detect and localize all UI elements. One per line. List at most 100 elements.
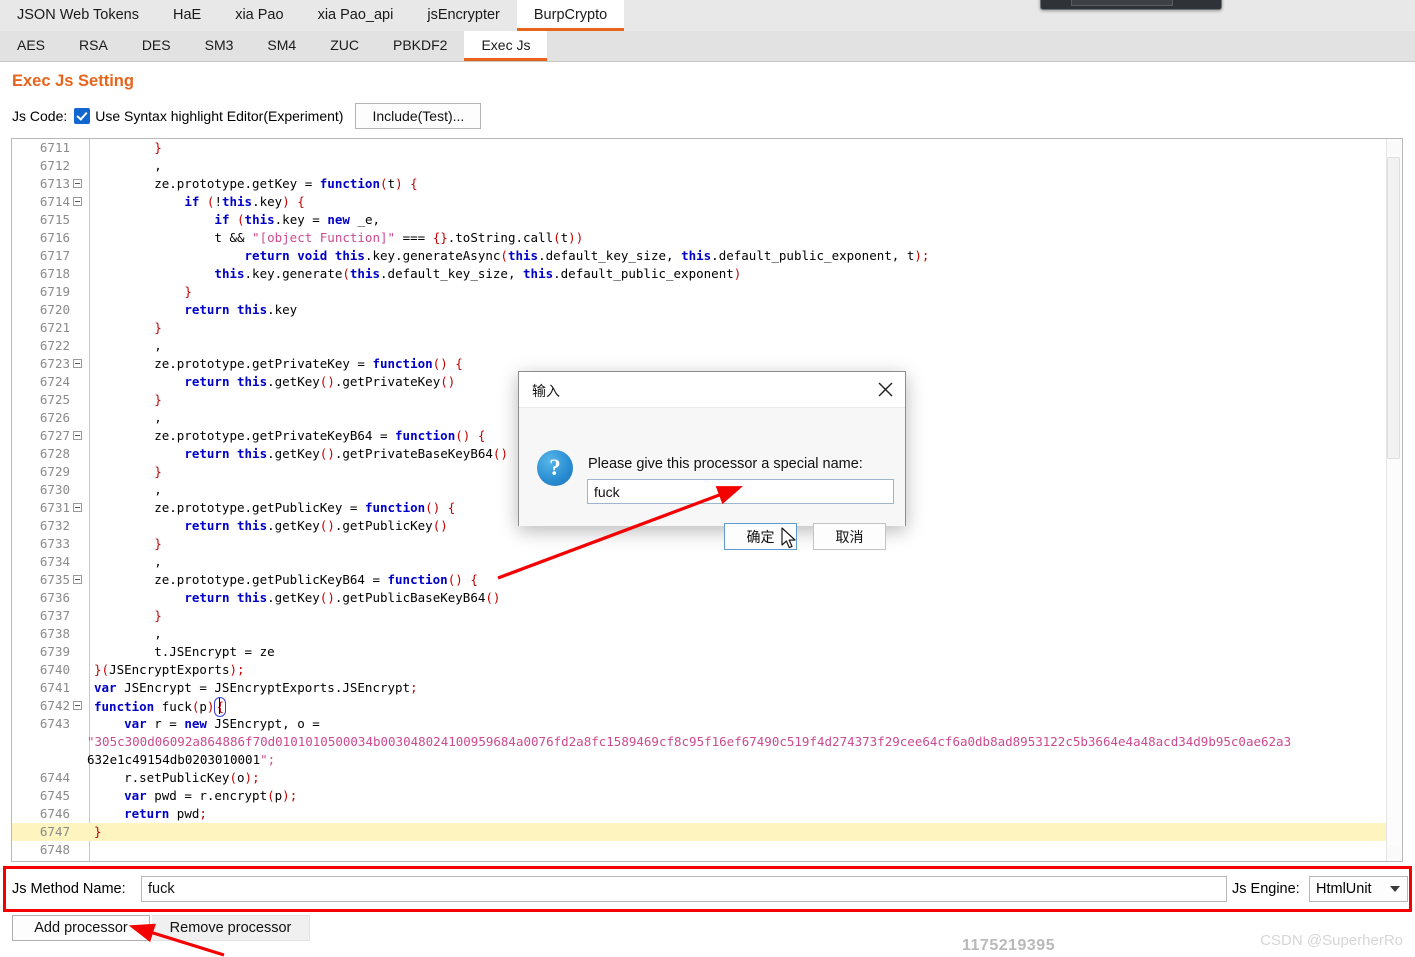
line-number: 6719: [39, 284, 70, 299]
code-line[interactable]: 6745 var pwd = r.encrypt(p);: [12, 787, 1402, 805]
code-text: ,: [94, 338, 162, 353]
code-text: ze.prototype.getPublicKey = function() {: [94, 500, 456, 515]
code-text: return void this.key.generateAsync(this.…: [244, 248, 930, 263]
code-line[interactable]: 6742 function fuck(p){: [12, 697, 1402, 717]
plugin-tab-xia-pao[interactable]: xia Pao: [218, 0, 300, 31]
crypto-tab-des[interactable]: DES: [125, 31, 188, 61]
js-method-name-input[interactable]: [141, 876, 1227, 902]
fold-toggle-icon[interactable]: [73, 179, 82, 188]
line-number: 6722: [39, 338, 70, 353]
line-number: 6721: [39, 320, 70, 335]
code-line[interactable]: 6718 this.key.generate(this.default_key_…: [12, 265, 1402, 283]
fold-toggle-icon[interactable]: [73, 431, 82, 440]
js-engine-value: HtmlUnit: [1316, 881, 1372, 897]
code-line[interactable]: 6715 if (this.key = new _e,: [12, 211, 1402, 229]
code-text: }: [154, 536, 162, 551]
watermark-credit: CSDN @SuperherRo: [1260, 932, 1403, 949]
code-line[interactable]: 6739 t.JSEncrypt = ze: [12, 643, 1402, 661]
line-number: 6711: [39, 140, 70, 155]
code-line[interactable]: 6746 return pwd;: [12, 805, 1402, 823]
crypto-sub-tab-bar[interactable]: AES RSA DES SM3 SM4 ZUC PBKDF2 Exec Js: [0, 31, 1415, 62]
code-line[interactable]: 6740 }(JSEncryptExports);: [12, 661, 1402, 679]
line-number: 6740: [39, 662, 70, 677]
dialog-title-bar: 输入: [519, 372, 905, 408]
line-number: 6735: [39, 572, 70, 587]
remove-processor-button[interactable]: Remove processor: [152, 915, 310, 941]
code-text: }(JSEncryptExports);: [94, 662, 245, 677]
editor-scrollbar-track[interactable]: [1386, 139, 1402, 861]
code-line[interactable]: 6717 return void this.key.generateAsync(…: [12, 247, 1402, 265]
code-text: this.key.generate(this.default_key_size,…: [214, 266, 742, 281]
js-method-name-label: Js Method Name:: [12, 881, 126, 897]
code-line[interactable]: 6721 }: [12, 319, 1402, 337]
fold-toggle-icon[interactable]: [73, 575, 82, 584]
code-line[interactable]: 6713 ze.prototype.getKey = function(t) {: [12, 175, 1402, 193]
code-line[interactable]: 6737 }: [12, 607, 1402, 625]
line-number: 6727: [39, 428, 70, 443]
crypto-tab-sm4[interactable]: SM4: [250, 31, 313, 61]
editor-scrollbar-thumb[interactable]: [1387, 157, 1400, 459]
fold-toggle-icon[interactable]: [73, 701, 82, 710]
code-line[interactable]: 6743 var r = new JSEncrypt, o =: [12, 715, 1402, 733]
plugin-tab-hae[interactable]: HaE: [156, 0, 218, 31]
question-icon: ?: [537, 450, 573, 486]
add-processor-button[interactable]: Add processor: [12, 915, 150, 941]
plugin-tab-burpcrypto[interactable]: BurpCrypto: [516, 0, 625, 31]
code-line[interactable]: 6722 ,: [12, 337, 1402, 355]
close-icon[interactable]: [871, 376, 899, 402]
code-line[interactable]: 6748: [12, 841, 1402, 859]
code-line[interactable]: 6741 var JSEncrypt = JSEncryptExports.JSE…: [12, 679, 1402, 697]
crypto-tab-sm3[interactable]: SM3: [188, 31, 251, 61]
code-line[interactable]: 6716 t && "[object Function]" === {}.toS…: [12, 229, 1402, 247]
syntax-highlight-label: Use Syntax highlight Editor(Experiment): [95, 108, 344, 124]
code-text: var r = new JSEncrypt, o =: [124, 716, 320, 731]
code-line[interactable]: 6747}: [12, 823, 1402, 841]
scroll-up-icon[interactable]: [1388, 141, 1401, 154]
plugin-tab-xia-pao-api[interactable]: xia Pao_api: [301, 0, 411, 31]
line-number: 6731: [39, 500, 70, 515]
crypto-tab-zuc[interactable]: ZUC: [313, 31, 376, 61]
syntax-highlight-checkbox[interactable]: [74, 108, 91, 124]
plugin-tab-json-web-tokens[interactable]: JSON Web Tokens: [0, 0, 156, 31]
code-text: }: [154, 140, 162, 155]
line-number: 6729: [39, 464, 70, 479]
page-title: Exec Js Setting: [12, 72, 134, 90]
code-line[interactable]: 6714 if (!this.key) {: [12, 193, 1402, 211]
input-dialog[interactable]: 输入 ? Please give this processor a specia…: [518, 371, 906, 550]
scroll-down-icon[interactable]: [1388, 846, 1401, 859]
line-number: 6726: [39, 410, 70, 425]
dialog-cancel-button[interactable]: 取消: [813, 523, 886, 550]
crypto-tab-aes[interactable]: AES: [0, 31, 62, 61]
line-number: 6744: [39, 770, 70, 785]
code-line[interactable]: 632e1c49154db0203010001";: [12, 751, 1402, 769]
line-number: 6725: [39, 392, 70, 407]
fold-toggle-icon[interactable]: [73, 197, 82, 206]
include-test-button[interactable]: Include(Test)...: [355, 103, 482, 129]
crypto-tab-exec-js[interactable]: Exec Js: [464, 31, 548, 61]
plugin-tab-jsencrypter[interactable]: jsEncrypter: [410, 0, 517, 31]
code-line[interactable]: 6711 }: [12, 139, 1402, 157]
code-line[interactable]: 6719 }: [12, 283, 1402, 301]
code-line[interactable]: 6736 return this.getKey().getPublicBaseK…: [12, 589, 1402, 607]
chevron-down-icon: [1390, 886, 1400, 892]
code-line[interactable]: 6735 ze.prototype.getPublicKeyB64 = func…: [12, 571, 1402, 589]
code-text: return this.getKey().getPrivateKey(): [184, 374, 456, 389]
code-text: ,: [94, 554, 162, 569]
crypto-tab-rsa[interactable]: RSA: [62, 31, 125, 61]
crypto-tab-pbkdf2[interactable]: PBKDF2: [376, 31, 464, 61]
code-line[interactable]: "305c300d06092a864886f70d0101010500034b0…: [12, 733, 1402, 751]
code-text: ze.prototype.getPublicKeyB64 = function(…: [94, 572, 478, 587]
code-line[interactable]: 6720 return this.key: [12, 301, 1402, 319]
fold-toggle-icon[interactable]: [73, 359, 82, 368]
fold-toggle-icon[interactable]: [73, 503, 82, 512]
code-line[interactable]: 6733 }: [12, 535, 1402, 553]
line-number: 6746: [39, 806, 70, 821]
code-line[interactable]: 6744 r.setPublicKey(o);: [12, 769, 1402, 787]
processor-name-input[interactable]: [587, 479, 894, 504]
code-line[interactable]: 6712 ,: [12, 157, 1402, 175]
code-line[interactable]: 6734 ,: [12, 553, 1402, 571]
line-number: 6717: [39, 248, 70, 263]
code-line[interactable]: 6738 ,: [12, 625, 1402, 643]
code-text: if (this.key = new _e,: [214, 212, 381, 227]
code-text: "305c300d06092a864886f70d0101010500034b0…: [87, 734, 1292, 749]
